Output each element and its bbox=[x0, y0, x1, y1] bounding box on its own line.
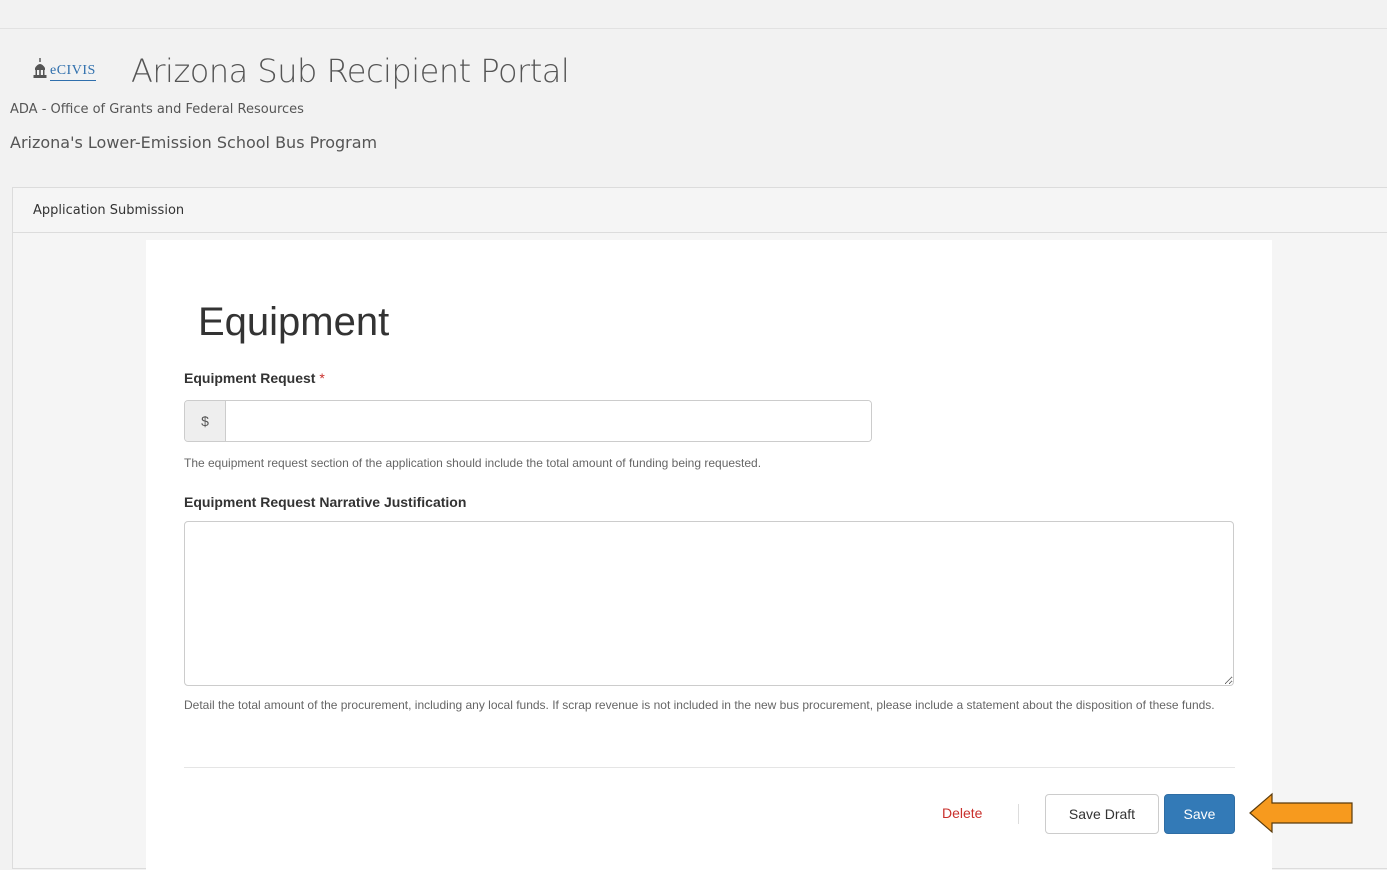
save-draft-button[interactable]: Save Draft bbox=[1045, 794, 1159, 834]
capitol-building-icon bbox=[33, 58, 47, 78]
currency-addon: $ bbox=[185, 401, 226, 441]
portal-title: Arizona Sub Recipient Portal bbox=[131, 52, 570, 90]
button-separator bbox=[1018, 804, 1019, 824]
narrative-help: Detail the total amount of the procureme… bbox=[184, 698, 1215, 712]
top-strip bbox=[0, 0, 1387, 29]
form-title: Equipment bbox=[198, 300, 390, 344]
left-arrow-icon bbox=[1249, 792, 1353, 834]
logo-text: eCIVIS bbox=[50, 63, 96, 81]
equipment-form: Equipment Equipment Request * $ The equi… bbox=[146, 240, 1272, 870]
equipment-request-input-group: $ bbox=[184, 400, 872, 442]
narrative-textarea[interactable] bbox=[184, 521, 1234, 686]
organization-name: ADA - Office of Grants and Federal Resou… bbox=[10, 102, 304, 117]
program-name: Arizona's Lower-Emission School Bus Prog… bbox=[10, 133, 378, 152]
form-divider bbox=[184, 767, 1235, 768]
equipment-request-label-text: Equipment Request bbox=[184, 370, 316, 386]
application-panel: Application Submission Equipment Equipme… bbox=[12, 187, 1387, 870]
narrative-label: Equipment Request Narrative Justificatio… bbox=[184, 494, 467, 510]
equipment-request-input[interactable] bbox=[226, 401, 871, 441]
ecivis-logo[interactable]: eCIVIS bbox=[33, 56, 96, 81]
save-button[interactable]: Save bbox=[1164, 794, 1235, 834]
delete-button[interactable]: Delete bbox=[942, 805, 982, 821]
panel-heading: Application Submission bbox=[13, 188, 1387, 233]
equipment-request-help: The equipment request section of the app… bbox=[184, 456, 762, 470]
equipment-request-label: Equipment Request * bbox=[184, 370, 325, 386]
required-asterisk: * bbox=[319, 370, 325, 386]
